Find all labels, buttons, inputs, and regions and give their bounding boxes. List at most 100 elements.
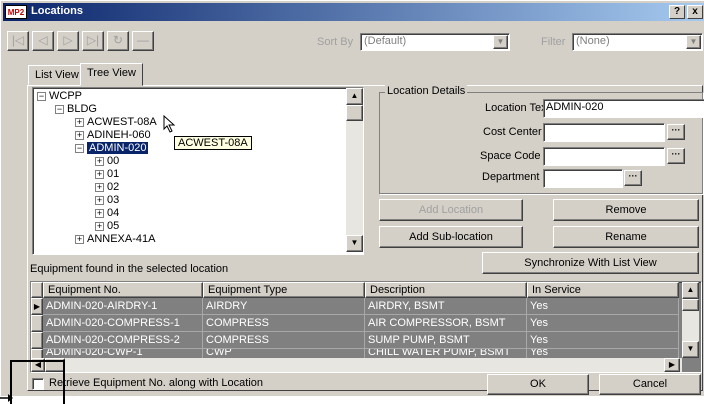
cost-center-input[interactable] — [543, 123, 665, 142]
scroll-thumb[interactable] — [682, 299, 699, 311]
help-button[interactable]: ? — [669, 5, 685, 19]
filter-value: (None) — [576, 35, 610, 47]
space-code-lookup-icon[interactable]: ··· — [667, 148, 685, 164]
tree-node[interactable]: +01 — [95, 168, 119, 180]
remove-button[interactable]: Remove — [553, 199, 699, 221]
add-sub-location-button[interactable]: Add Sub-location — [379, 226, 523, 248]
expand-icon[interactable]: + — [75, 131, 84, 140]
tree-node[interactable]: + ANNEXA-41A — [75, 233, 155, 245]
collapse-icon[interactable]: − — [55, 105, 64, 114]
scroll-down-icon[interactable]: ▼ — [346, 235, 363, 252]
tree-node[interactable]: +03 — [95, 194, 119, 206]
column-header-in-service[interactable]: In Service — [527, 282, 679, 298]
table-row[interactable]: ADMIN-020-COMPRESS-2 COMPRESS SUMP PUMP,… — [31, 332, 679, 349]
highlight-box — [10, 360, 65, 404]
location-details-label: Location Details — [385, 85, 468, 97]
arrow-pointer-icon — [0, 394, 13, 402]
location-text-input[interactable]: ADMIN-020 — [543, 99, 704, 118]
first-record-icon: |◁ — [11, 33, 25, 47]
locations-window: MP2 Locations ? x |◁ ◁ ▷ ▷| ↻ — Sort By … — [0, 0, 704, 396]
table-row[interactable]: ▶ ADMIN-020-AIRDRY-1 AIRDRY AIRDRY, BSMT… — [31, 298, 679, 315]
tab-list-view-label: List View — [35, 69, 79, 81]
table-cell: COMPRESS — [203, 332, 365, 349]
table-row[interactable]: ADMIN-020-CWP-1 CWP CHILL WATER PUMP, BS… — [31, 349, 679, 358]
table-cell: COMPRESS — [203, 315, 365, 332]
scroll-down-icon[interactable]: ▼ — [682, 341, 699, 358]
table-cell: CWP — [203, 349, 365, 358]
expand-icon[interactable]: + — [95, 157, 104, 166]
table-cell: ADMIN-020-CWP-1 — [43, 349, 203, 358]
grid-horizontal-scrollbar[interactable]: ◀ ▶ — [31, 358, 682, 372]
table-cell: SUMP PUMP, BSMT — [365, 332, 527, 349]
refresh-icon: ↻ — [112, 33, 124, 47]
expand-icon[interactable]: + — [75, 235, 84, 244]
app-logo: MP2 — [5, 5, 27, 19]
first-record-button[interactable]: |◁ — [7, 31, 29, 51]
column-header-equipment-no[interactable]: Equipment No. — [43, 282, 203, 298]
space-code-label: Space Code — [480, 150, 541, 162]
last-record-icon: ▷| — [86, 33, 100, 47]
tree-node[interactable]: +00 — [95, 155, 119, 167]
sort-by-select[interactable]: (Default) ▼ — [360, 33, 510, 51]
table-cell: AIR COMPRESSOR, BSMT — [365, 315, 527, 332]
minus-button[interactable]: — — [132, 31, 154, 51]
tree-scrollbar[interactable]: ▲ ▼ — [346, 88, 363, 252]
column-header-equipment-type[interactable]: Equipment Type — [203, 282, 365, 298]
add-location-button[interactable]: Add Location — [379, 199, 523, 221]
department-input[interactable] — [543, 169, 623, 188]
next-record-icon: ▷ — [63, 33, 73, 47]
title-bar[interactable]: MP2 Locations ? x — [3, 3, 704, 21]
table-row[interactable]: ADMIN-020-COMPRESS-1 COMPRESS AIR COMPRE… — [31, 315, 679, 332]
expand-icon[interactable]: + — [95, 170, 104, 179]
close-button[interactable]: x — [687, 5, 703, 19]
table-cell: CHILL WATER PUMP, BSMT — [365, 349, 527, 358]
department-lookup-icon[interactable]: ··· — [624, 170, 642, 186]
scroll-up-icon[interactable]: ▲ — [682, 282, 699, 299]
scroll-right-icon[interactable]: ▶ — [664, 358, 680, 372]
expand-icon[interactable]: + — [95, 222, 104, 231]
column-header-description[interactable]: Description — [365, 282, 527, 298]
tree-node[interactable]: +05 — [95, 220, 119, 232]
sort-by-dropdown-icon[interactable]: ▼ — [493, 35, 508, 49]
tree-node[interactable]: − BLDG — [55, 103, 97, 115]
collapse-icon[interactable]: − — [37, 92, 46, 101]
collapse-icon[interactable]: − — [75, 144, 84, 153]
tab-list-view[interactable]: List View — [28, 65, 86, 85]
last-record-button[interactable]: ▷| — [82, 31, 104, 51]
expand-icon[interactable]: + — [95, 196, 104, 205]
space-code-input[interactable] — [543, 147, 665, 166]
cancel-button[interactable]: Cancel — [599, 374, 701, 395]
tree-node[interactable]: +02 — [95, 181, 119, 193]
expand-icon[interactable]: + — [95, 209, 104, 218]
tab-tree-view[interactable]: Tree View — [80, 63, 143, 86]
table-cell: ADMIN-020-COMPRESS-2 — [43, 332, 203, 349]
filter-dropdown-icon[interactable]: ▼ — [686, 35, 701, 49]
synchronize-button[interactable]: Synchronize With List View — [482, 252, 699, 274]
table-cell: ADMIN-020-COMPRESS-1 — [43, 315, 203, 332]
location-text-label: Location Text — [485, 102, 550, 114]
tree-node-selected[interactable]: − ADMIN-020 — [75, 141, 150, 155]
tree-node[interactable]: − WCPP — [37, 90, 82, 102]
row-header — [31, 349, 43, 358]
cost-center-lookup-icon[interactable]: ··· — [667, 124, 685, 140]
grid-vertical-scrollbar[interactable]: ▲ ▼ — [682, 282, 699, 358]
tree-node[interactable]: + ACWEST-08A — [75, 116, 157, 128]
cost-center-label: Cost Center — [483, 126, 542, 138]
next-record-button[interactable]: ▷ — [57, 31, 79, 51]
equipment-grid[interactable]: Equipment No. Equipment Type Description… — [30, 281, 702, 373]
location-tree[interactable]: − WCPP − BLDG + ACWEST-08A + ADINEH-060 − ADM… — [32, 87, 364, 255]
rename-button[interactable]: Rename — [553, 226, 699, 248]
mouse-pointer-icon — [163, 115, 176, 133]
table-cell: Yes — [527, 298, 679, 315]
scroll-thumb[interactable] — [346, 105, 363, 121]
scroll-up-icon[interactable]: ▲ — [346, 88, 363, 105]
refresh-button[interactable]: ↻ — [107, 31, 129, 51]
filter-select[interactable]: (None) ▼ — [572, 33, 703, 51]
prev-record-button[interactable]: ◁ — [32, 31, 54, 51]
tree-node[interactable]: + ADINEH-060 — [75, 129, 151, 141]
expand-icon[interactable]: + — [75, 118, 84, 127]
table-cell: AIRDRY — [203, 298, 365, 315]
ok-button[interactable]: OK — [487, 374, 589, 395]
expand-icon[interactable]: + — [95, 183, 104, 192]
tree-node[interactable]: +04 — [95, 207, 119, 219]
